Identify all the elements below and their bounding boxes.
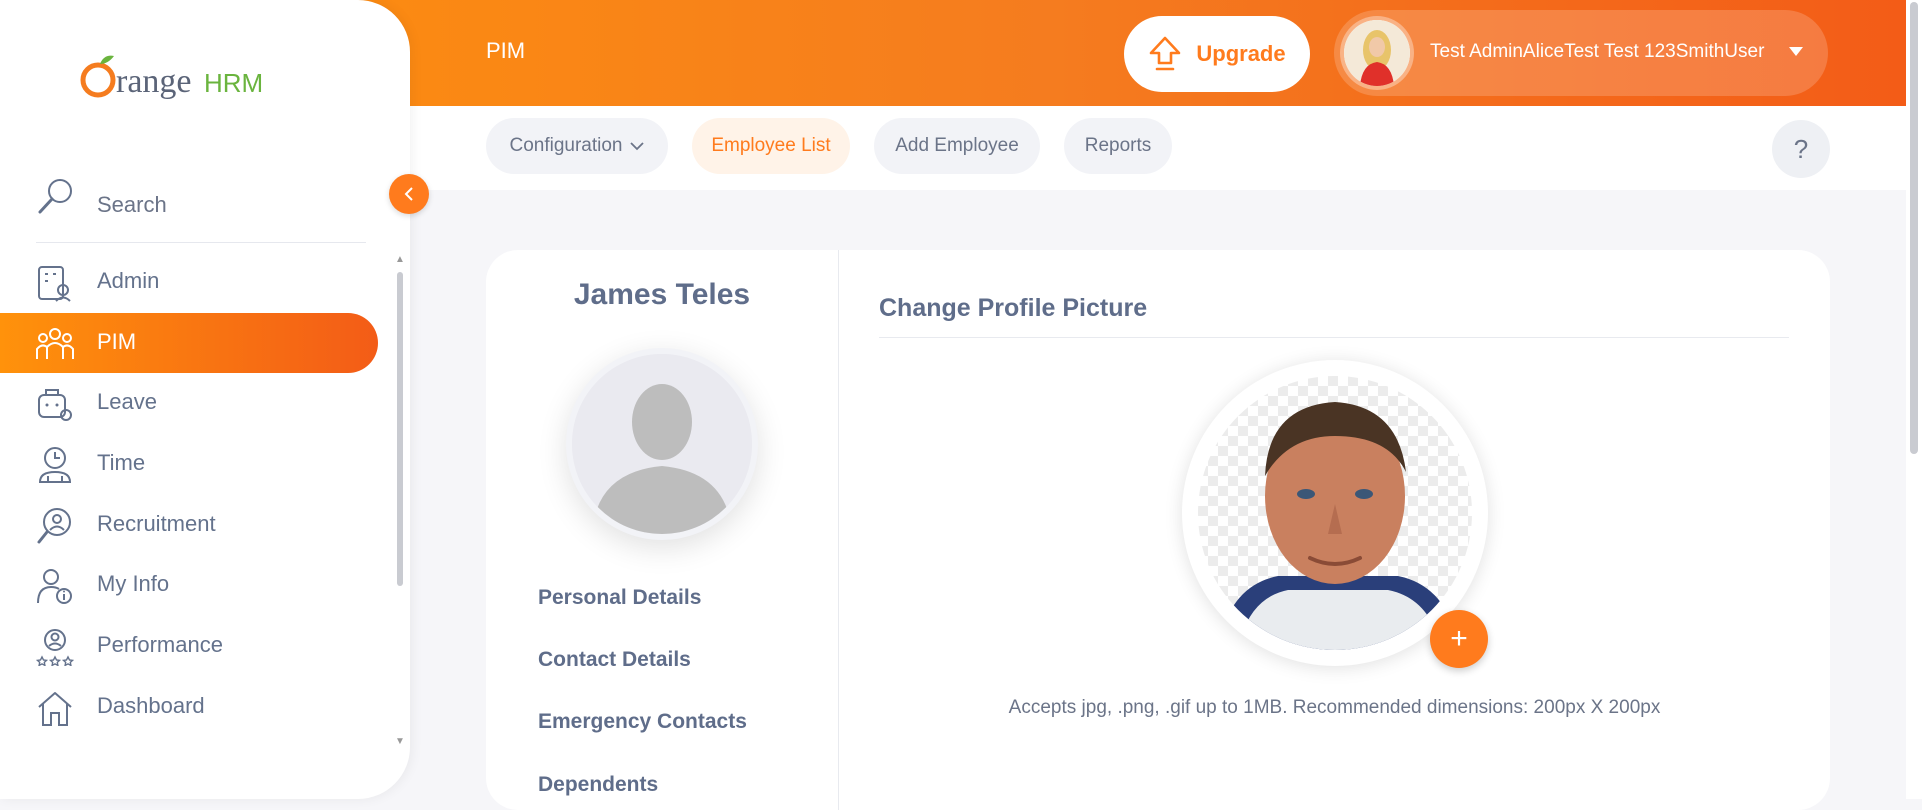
- performance-icon: [36, 629, 74, 666]
- divider: [838, 250, 839, 810]
- time-icon: [38, 447, 72, 483]
- scroll-up-icon[interactable]: ▲: [395, 254, 405, 265]
- scroll-thumb[interactable]: [1910, 2, 1918, 454]
- collapse-sidebar-button[interactable]: [389, 174, 429, 214]
- sidebar-item-label: PIM: [97, 329, 137, 354]
- page-scrollbar[interactable]: [1906, 0, 1922, 799]
- search-label: Search: [97, 192, 167, 217]
- sidebar-item-dashboard[interactable]: Dashboard: [0, 677, 378, 737]
- leave-icon: [38, 389, 72, 421]
- user-name: Test AdminAliceTest Test 123SmithUser: [1430, 41, 1765, 62]
- sidebar-item-recruitment[interactable]: Recruitment: [0, 495, 378, 555]
- my-info-icon: [37, 569, 72, 604]
- sidebar-item-pim[interactable]: PIM: [0, 313, 378, 373]
- admin-icon: [38, 266, 71, 302]
- scroll-down-icon[interactable]: ▼: [395, 736, 405, 747]
- tab-reports[interactable]: Reports: [1064, 118, 1172, 174]
- upgrade-arrow-icon: [1150, 36, 1181, 71]
- tab-add-employee[interactable]: Add Employee: [874, 118, 1040, 174]
- contact-details-link[interactable]: Contact Details: [538, 648, 691, 672]
- add-photo-button[interactable]: +: [1430, 610, 1488, 668]
- search-icon: [38, 179, 72, 214]
- upgrade-button[interactable]: Upgrade: [1124, 16, 1310, 92]
- module-title: PIM: [486, 38, 526, 63]
- avatar: [1344, 20, 1410, 86]
- svg-text:HRM: HRM: [204, 68, 263, 98]
- sidebar-item-time[interactable]: Time: [0, 434, 378, 494]
- sidebar-scrollbar[interactable]: ▲ ▼: [395, 254, 405, 747]
- profile-picture[interactable]: [1198, 376, 1472, 650]
- sidebar-item-label: Time: [97, 450, 146, 475]
- secondary-nav: Configuration Employee List Add Employee…: [410, 106, 1906, 190]
- tab-label: Employee List: [711, 135, 831, 156]
- section-title: Change Profile Picture: [879, 294, 1148, 322]
- sidebar-item-performance[interactable]: Performance: [0, 616, 378, 676]
- employee-photo[interactable]: [566, 348, 758, 540]
- personal-details-link[interactable]: Personal Details: [538, 586, 701, 610]
- sidebar-item-leave[interactable]: Leave: [0, 373, 378, 433]
- upload-hint: Accepts jpg, .png, .gif up to 1MB. Recom…: [1008, 697, 1661, 718]
- sidebar-item-label: Performance: [97, 632, 223, 657]
- chevron-left-icon: [404, 187, 413, 201]
- scroll-thumb[interactable]: [397, 272, 403, 586]
- user-dropdown[interactable]: Test AdminAliceTest Test 123SmithUser: [1334, 10, 1828, 96]
- dashboard-icon: [38, 692, 72, 726]
- recruitment-icon: [37, 508, 71, 544]
- tab-label: Reports: [1084, 135, 1152, 156]
- help-button[interactable]: ?: [1772, 120, 1830, 178]
- employee-name: James Teles: [573, 278, 751, 311]
- tab-label: Add Employee: [895, 135, 1019, 156]
- sidebar-search[interactable]: Search: [36, 176, 366, 243]
- sidebar: range HRM Search Admin PIM Leave Time Re…: [0, 0, 410, 799]
- sidebar-item-label: Admin: [97, 268, 160, 293]
- dependents-link[interactable]: Dependents: [538, 773, 658, 797]
- sidebar-item-label: Dashboard: [97, 693, 205, 718]
- employee-card: James Teles Personal Details Contact Det…: [486, 250, 1830, 810]
- tab-configuration[interactable]: Configuration: [486, 118, 668, 174]
- pim-icon: [36, 328, 74, 359]
- logo-text: range: [116, 63, 192, 100]
- chevron-down-icon: [1789, 47, 1803, 56]
- tab-employee-list[interactable]: Employee List: [692, 118, 850, 174]
- orangehrm-logo: range HRM: [80, 50, 270, 107]
- sidebar-item-label: Leave: [97, 389, 157, 414]
- sidebar-item-label: Recruitment: [97, 511, 216, 536]
- upgrade-label: Upgrade: [1196, 41, 1286, 66]
- sidebar-item-admin[interactable]: Admin: [0, 252, 378, 312]
- sidebar-item-my-info[interactable]: My Info: [0, 555, 378, 615]
- sidebar-item-label: My Info: [97, 571, 170, 596]
- divider: [879, 337, 1789, 338]
- tab-label: Configuration: [509, 135, 623, 156]
- chevron-down-icon: [629, 142, 644, 151]
